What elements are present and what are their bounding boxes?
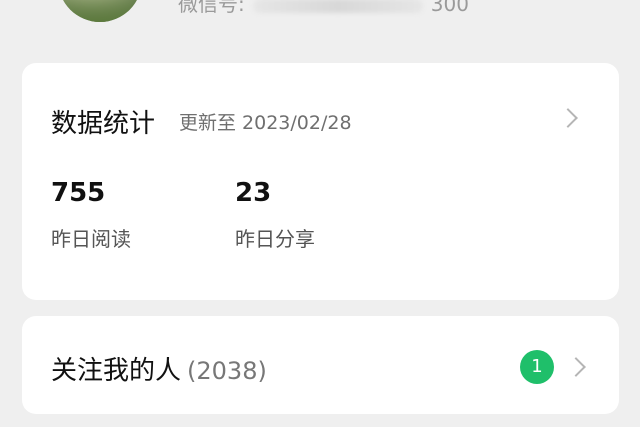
wechat-id-suffix: 300 xyxy=(430,0,469,16)
metric-label: 昨日分享 xyxy=(235,227,315,251)
metric-value: 755 xyxy=(51,178,106,208)
followers-count: (2038) xyxy=(187,357,267,385)
wechat-id-label: 微信号: xyxy=(178,0,245,16)
new-follower-badge: 1 xyxy=(520,350,554,384)
avatar[interactable] xyxy=(58,0,142,22)
followers-card[interactable]: 关注我的人 (2038) 1 xyxy=(22,316,619,414)
metric-yesterday-shares: 23 昨日分享 xyxy=(235,176,315,252)
stats-card[interactable]: 数据统计 更新至 2023/02/28 755 昨日阅读 23 昨日分享 xyxy=(22,63,619,300)
metric-value: 23 xyxy=(235,178,272,208)
stats-title: 数据统计 xyxy=(51,109,156,139)
chevron-right-icon[interactable] xyxy=(558,108,578,128)
account-page: 微信号: 300 数据统计 更新至 2023/02/28 755 昨日阅读 23 … xyxy=(0,0,640,427)
stats-updated-date: 更新至 2023/02/28 xyxy=(179,112,352,134)
metric-label: 昨日阅读 xyxy=(51,227,131,251)
wechat-id: 微信号: 300 xyxy=(178,0,469,17)
profile-header: 微信号: 300 xyxy=(0,0,640,40)
wechat-id-redacted xyxy=(252,0,423,13)
followers-label: 关注我的人 xyxy=(51,356,182,386)
chevron-right-icon[interactable] xyxy=(566,357,586,377)
followers-title: 关注我的人 (2038) xyxy=(51,350,267,387)
metric-yesterday-reads: 755 昨日阅读 xyxy=(51,176,131,252)
